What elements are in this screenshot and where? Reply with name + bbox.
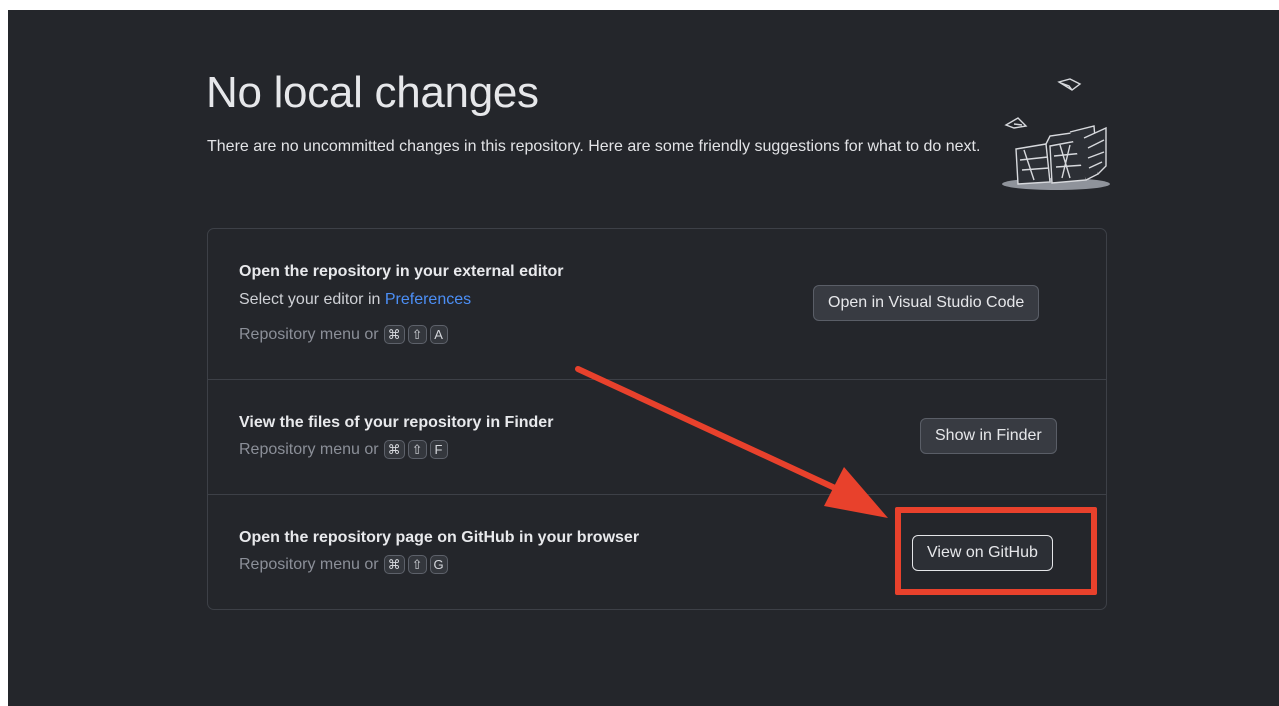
shift-key-icon: ⇧ — [407, 325, 427, 344]
page-description: There are no uncommitted changes in this… — [207, 138, 981, 155]
command-key-icon: ⌘ — [383, 440, 405, 459]
suggestion-title: Open the repository in your external edi… — [239, 263, 564, 280]
shortcut-hint-text: Repository menu or — [239, 440, 379, 458]
command-key-icon: ⌘ — [383, 555, 405, 574]
key-f: F — [429, 440, 448, 459]
suggestion-subtitle-text: Select your editor in — [239, 291, 381, 308]
show-in-finder-button[interactable]: Show in Finder — [920, 418, 1057, 454]
page-title: No local changes — [206, 68, 539, 117]
annotation-highlight-box — [895, 507, 1097, 595]
key-a: A — [429, 325, 448, 344]
shortcut-hint-text: Repository menu or — [239, 325, 379, 343]
key-g: G — [429, 555, 448, 574]
open-in-vscode-button[interactable]: Open in Visual Studio Code — [813, 285, 1040, 321]
command-key-icon: ⌘ — [383, 325, 405, 344]
suggestion-title: View the files of your repository in Fin… — [239, 414, 554, 431]
arrow-icon — [575, 366, 888, 518]
preferences-link[interactable]: Preferences — [385, 291, 471, 308]
shortcut-hint: Repository menu or ⌘ ⇧ A — [239, 325, 448, 344]
suggestion-subtitle: Select your editor in Preferences — [239, 291, 471, 309]
shortcut-hint: Repository menu or ⌘ ⇧ F — [239, 440, 448, 459]
shortcut-hint-text: Repository menu or — [239, 555, 379, 573]
shortcut-hint: Repository menu or ⌘ ⇧ G — [239, 555, 448, 574]
shift-key-icon: ⇧ — [407, 555, 427, 574]
shift-key-icon: ⇧ — [407, 440, 427, 459]
paper-stacks-illustration-icon — [1002, 78, 1110, 190]
